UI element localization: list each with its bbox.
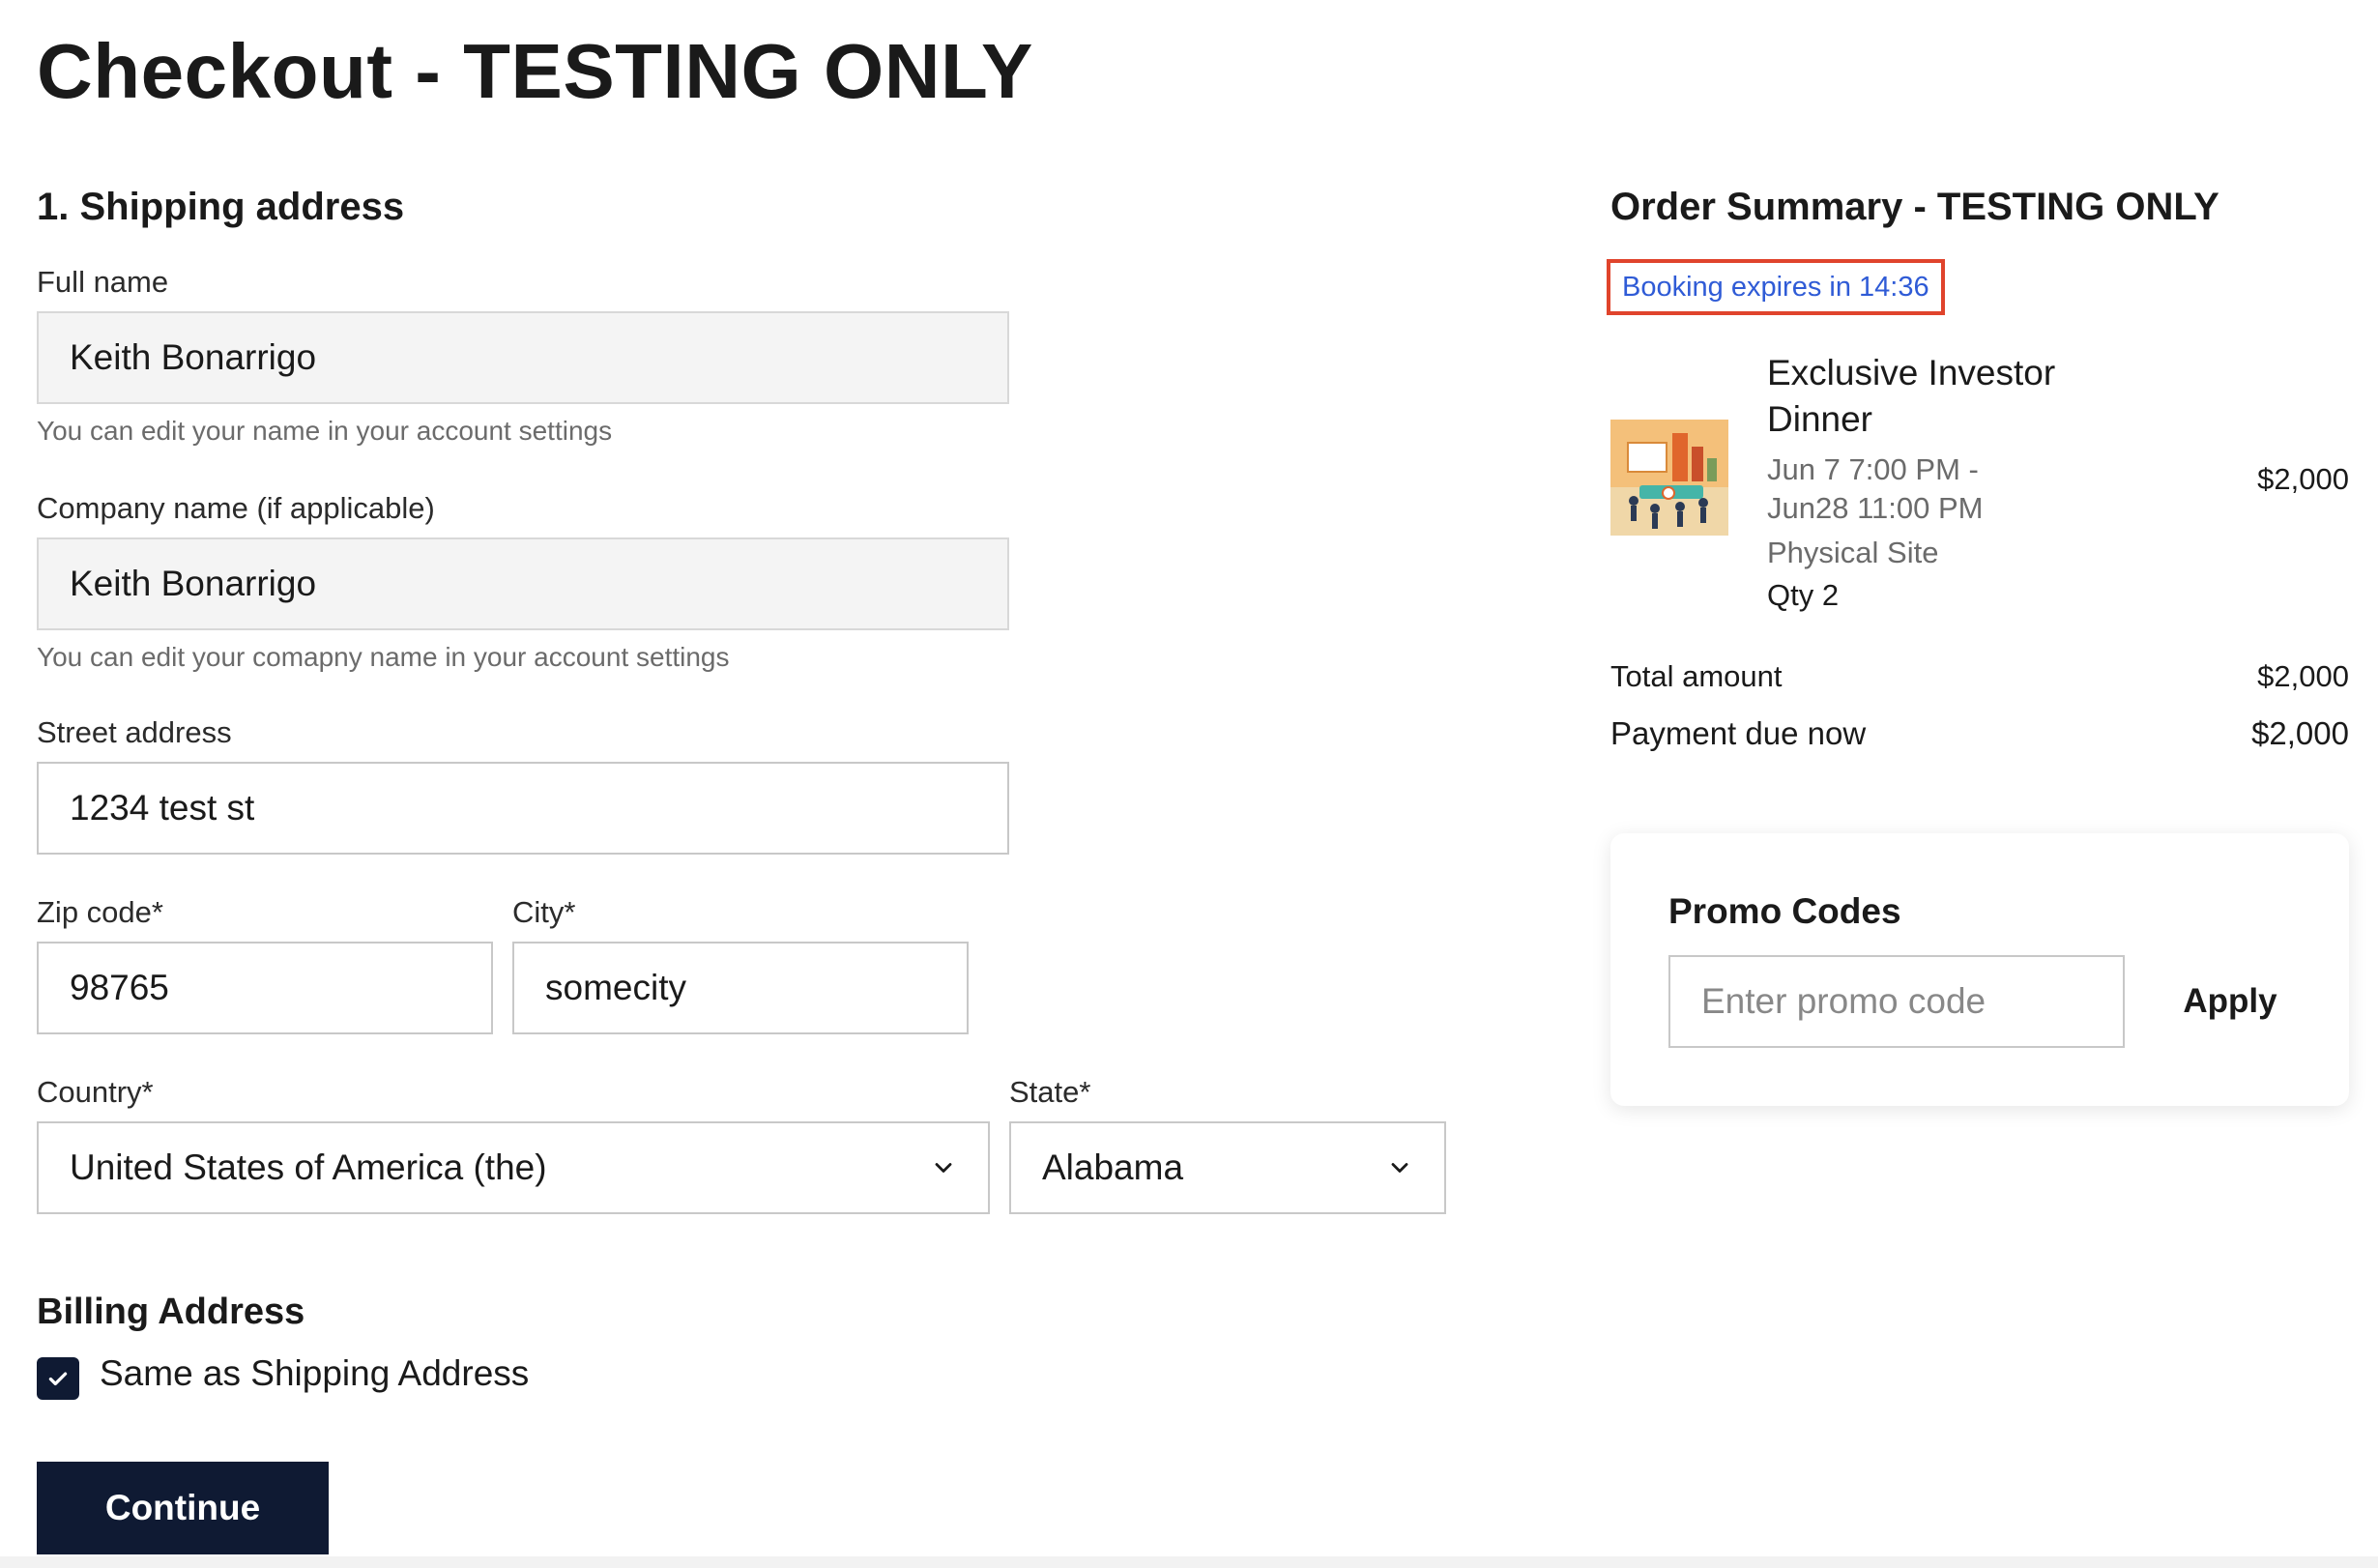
same-as-shipping-label[interactable]: Same as Shipping Address: [100, 1353, 529, 1394]
page-title: Checkout - TESTING ONLY: [37, 28, 1033, 114]
total-amount-value: $2,000: [2257, 659, 2349, 693]
payment-due-value: $2,000: [2251, 715, 2349, 751]
promo-card: Promo Codes Apply: [1610, 833, 2349, 1106]
zip-code-label: Zip code*: [37, 895, 163, 929]
country-label: Country*: [37, 1075, 154, 1109]
promo-code-input[interactable]: [1668, 955, 2125, 1048]
state-label: State*: [1009, 1075, 1091, 1109]
billing-heading: Billing Address: [37, 1292, 305, 1332]
state-select[interactable]: Alabama: [1009, 1121, 1446, 1214]
company-name-label: Company name (if applicable): [37, 491, 435, 525]
shipping-heading: 1. Shipping address: [37, 186, 405, 228]
event-location: Physical Site: [1767, 536, 1939, 569]
total-amount-label: Total amount: [1610, 659, 1783, 693]
payment-due-label: Payment due now: [1610, 715, 1867, 751]
street-address-field[interactable]: [37, 762, 1009, 855]
chevron-down-icon: [1391, 1163, 1408, 1173]
event-title: Exclusive Investor Dinner: [1767, 353, 2056, 439]
event-date-start: Jun 7 7:00 PM -: [1767, 452, 1979, 486]
company-name-hint: You can edit your comapny name in your a…: [37, 642, 730, 672]
promo-heading: Promo Codes: [1668, 891, 1901, 931]
state-value: Alabama: [1042, 1147, 1184, 1187]
chevron-down-icon: [935, 1163, 952, 1173]
apply-promo-button[interactable]: Apply: [2158, 955, 2303, 1048]
company-name-field[interactable]: [37, 537, 1009, 630]
event-qty: Qty 2: [1767, 578, 1840, 612]
country-value: United States of America (the): [70, 1147, 547, 1187]
check-icon: [48, 1372, 68, 1386]
full-name-label: Full name: [37, 265, 169, 299]
city-label: City*: [512, 895, 576, 929]
event-date-end: Jun28 11:00 PM: [1767, 491, 1984, 525]
city-field[interactable]: [512, 942, 969, 1034]
full-name-hint: You can edit your name in your account s…: [37, 416, 613, 446]
street-address-label: Street address: [37, 715, 232, 749]
same-as-shipping-checkbox[interactable]: [37, 1357, 79, 1400]
zip-code-field[interactable]: [37, 942, 493, 1034]
order-summary-heading: Order Summary - TESTING ONLY: [1610, 186, 2219, 228]
country-select[interactable]: United States of America (the): [37, 1121, 990, 1214]
event-thumbnail: [1610, 420, 1728, 536]
event-price: $2,000: [2257, 462, 2349, 496]
continue-button[interactable]: Continue: [37, 1462, 329, 1554]
booking-timer: Booking expires in 14:36: [1607, 259, 1945, 315]
full-name-field[interactable]: [37, 311, 1009, 404]
page-footer-strip: [0, 1556, 2378, 1568]
